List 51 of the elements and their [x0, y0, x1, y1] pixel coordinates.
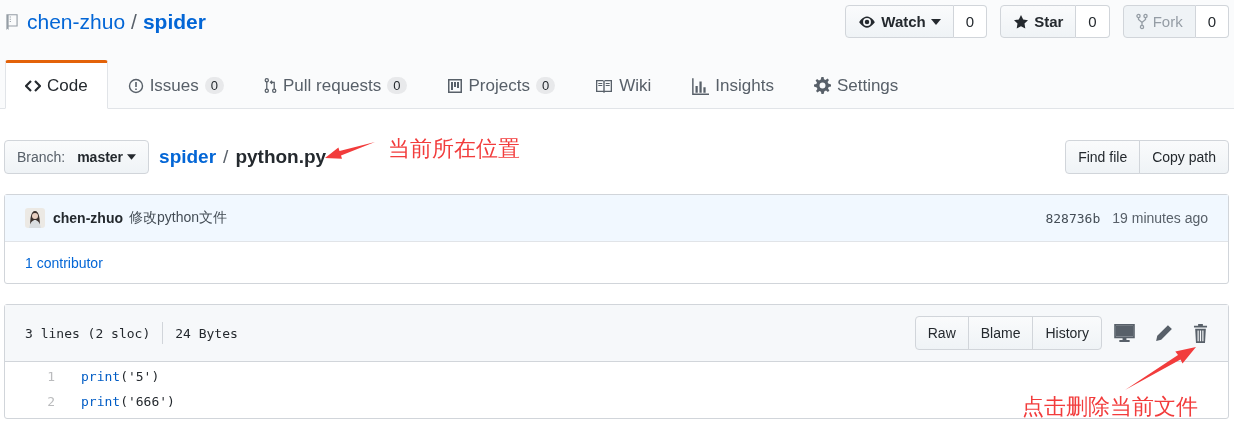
repo-tab[interactable]: Projects 0 — [426, 60, 576, 109]
folder-link[interactable]: spider — [159, 146, 217, 168]
code-line: print('666') — [81, 394, 175, 409]
settings-icon — [813, 77, 831, 94]
line-number: 2 — [46, 394, 56, 409]
desktop-icon[interactable] — [1114, 324, 1135, 342]
social-count[interactable]: 0 — [953, 5, 988, 38]
pull-request-icon — [264, 77, 277, 94]
repo-icon — [5, 12, 19, 31]
repo-tab[interactable]: Insights — [671, 60, 794, 109]
fork-icon — [1135, 13, 1148, 30]
book-icon — [595, 78, 614, 93]
path-separator: / — [223, 146, 229, 168]
branch-select-button[interactable]: Branch: master — [4, 140, 150, 174]
path-separator: / — [131, 9, 137, 34]
annotation-text: 点击删除当前文件 — [1022, 394, 1198, 420]
trash-icon[interactable] — [1193, 323, 1208, 343]
file-view-button[interactable]: Blame — [967, 316, 1034, 350]
commit-author-link[interactable]: chen-zhuo — [53, 210, 123, 226]
file-action-button[interactable]: Copy path — [1139, 140, 1229, 174]
repo-owner-link[interactable]: chen-zhuo — [27, 9, 126, 34]
bar-chart-icon — [691, 76, 710, 95]
file-size: 24 Bytes — [175, 325, 238, 341]
repo-tab[interactable]: Settings — [793, 60, 919, 109]
project-board-icon — [446, 77, 463, 94]
file-action-button[interactable]: Find file — [1065, 140, 1141, 174]
caret-icon — [127, 154, 137, 160]
star-icon — [1013, 13, 1030, 30]
repo-tab[interactable]: Wiki — [575, 60, 672, 109]
commit-time: 19 minutes ago — [1112, 210, 1208, 226]
line-number: 1 — [46, 369, 56, 384]
contributors-link[interactable]: 1 contributor — [25, 254, 103, 271]
commit-sha-link[interactable]: 828736b — [1045, 210, 1101, 226]
star-button[interactable]: Star — [1000, 5, 1077, 38]
code-line: print('5') — [81, 369, 160, 384]
file-view-button[interactable]: Raw — [914, 316, 969, 350]
watch-button[interactable]: Watch — [845, 5, 954, 38]
repo-name-link[interactable]: spider — [142, 9, 206, 34]
annotation-text: 当前所在位置 — [388, 136, 520, 162]
issue-icon — [127, 77, 144, 94]
commit-message-link[interactable]: 修改python文件 — [129, 209, 228, 227]
repo-tab[interactable]: Issues 0 — [107, 60, 244, 109]
file-view-button[interactable]: History — [1032, 316, 1102, 350]
social-count[interactable]: 0 — [1076, 5, 1110, 38]
pencil-icon[interactable] — [1155, 324, 1173, 342]
line-count: 3 lines (2 sloc) — [25, 325, 151, 341]
file-name: python.py — [235, 146, 327, 168]
caret-icon — [930, 18, 941, 25]
code-icon — [25, 77, 41, 94]
repo-tab[interactable]: Pull requests 0 — [244, 60, 427, 109]
repo-tab[interactable]: Code — [5, 60, 108, 109]
